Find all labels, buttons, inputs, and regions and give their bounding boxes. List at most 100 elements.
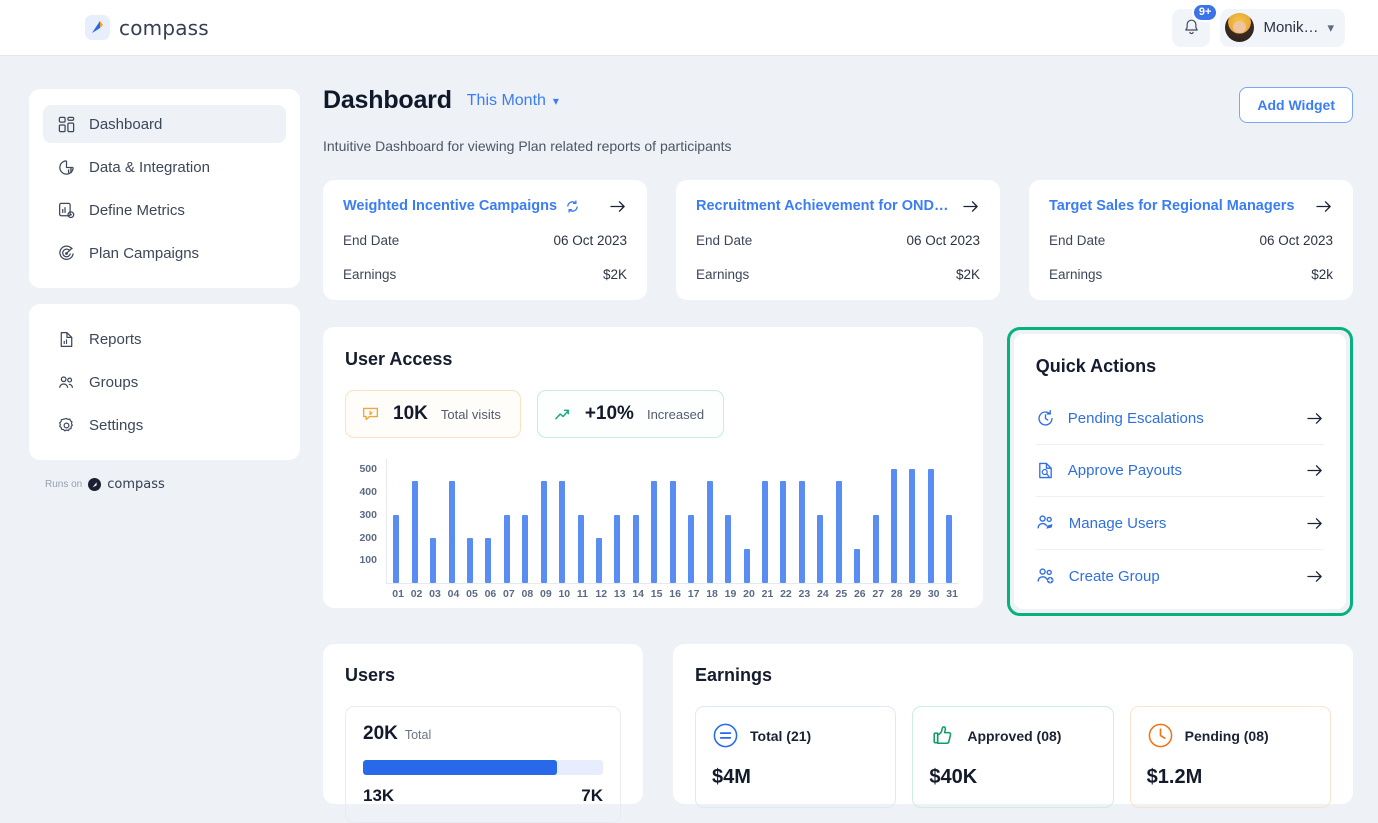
chart-bar bbox=[854, 548, 861, 583]
sidebar-item-groups[interactable]: Groups bbox=[43, 363, 286, 401]
chart-x-tick: 22 bbox=[780, 588, 792, 600]
earnings-tile-value: $1.2M bbox=[1146, 766, 1203, 788]
chart-bar bbox=[909, 469, 916, 583]
arrow-right-icon[interactable] bbox=[1307, 569, 1324, 584]
chart-bar bbox=[430, 537, 437, 583]
users-card: Users 20K Total 13K 7K bbox=[323, 644, 643, 823]
arrow-right-icon[interactable] bbox=[1306, 199, 1333, 214]
earnings-tile-pending[interactable]: Pending (08) $1.2M bbox=[1129, 706, 1331, 808]
chart-x-tick: 03 bbox=[429, 588, 441, 600]
increase-label: Increased bbox=[646, 406, 705, 422]
chart-bar bbox=[632, 514, 639, 583]
arrow-right-icon[interactable] bbox=[953, 199, 980, 214]
quick-actions-list: Pending Escalations Approve Payouts Mana… bbox=[1035, 393, 1324, 602]
page-subtitle: Intuitive Dashboard for viewing Plan rel… bbox=[323, 138, 732, 154]
sidebar-item-data-integration[interactable]: Data & Integration bbox=[43, 148, 286, 186]
earnings-tile-label: Total (21) bbox=[750, 727, 812, 744]
main-content: Dashboard This Month ▾ Add Widget Intuit… bbox=[323, 86, 1353, 823]
campaign-earnings-value: $2k bbox=[1311, 267, 1333, 282]
user-access-bar-chart: 100 200 300 400 500 01 02 03 04 05 06 07 08 09 10 11 12… bbox=[345, 456, 961, 604]
campaign-earnings-label: Earnings bbox=[1049, 267, 1103, 282]
brand-name: compass bbox=[119, 15, 209, 40]
arrow-right-icon[interactable] bbox=[1307, 411, 1324, 426]
chart-bar bbox=[559, 480, 566, 583]
user-name: Monik… bbox=[1263, 19, 1319, 36]
chart-x-tick: 16 bbox=[669, 588, 681, 600]
quick-action-manage-users[interactable]: Manage Users bbox=[1035, 496, 1324, 549]
chart-bar bbox=[614, 514, 621, 583]
sidebar-item-label: Data & Integration bbox=[89, 158, 210, 176]
chart-bar bbox=[485, 537, 492, 583]
brand-logo[interactable]: compass bbox=[85, 15, 209, 40]
dashboard-icon bbox=[58, 116, 75, 132]
chart-y-tick: 400 bbox=[359, 486, 377, 499]
user-access-title: User Access bbox=[345, 349, 453, 369]
users-title: Users bbox=[345, 665, 396, 685]
metrics-settings-icon bbox=[59, 202, 75, 218]
chart-x-tick: 14 bbox=[632, 588, 645, 600]
sidebar-item-plan-campaigns[interactable]: Plan Campaigns bbox=[43, 234, 286, 272]
chart-x-tick: 04 bbox=[447, 588, 460, 600]
quick-action-label: Approve Payouts bbox=[1067, 462, 1183, 479]
sidebar-item-reports[interactable]: Reports bbox=[43, 320, 286, 358]
chart-y-tick: 500 bbox=[359, 463, 377, 476]
users-total-value: 20K bbox=[363, 723, 398, 744]
earnings-tile-value: $40K bbox=[929, 766, 978, 788]
chart-x-tick: 23 bbox=[798, 588, 811, 600]
user-menu[interactable]: Monik… ▾ bbox=[1220, 8, 1345, 47]
chart-bar bbox=[891, 469, 898, 583]
arrow-right-icon[interactable] bbox=[600, 199, 627, 214]
arrow-right-icon[interactable] bbox=[1307, 516, 1324, 531]
sidebar-item-label: Settings bbox=[89, 416, 144, 434]
period-selector[interactable]: This Month ▾ bbox=[467, 92, 559, 110]
sync-icon[interactable] bbox=[565, 199, 580, 214]
sidebar-item-dashboard[interactable]: Dashboard bbox=[43, 105, 286, 143]
chart-x-tick: 25 bbox=[835, 588, 848, 600]
campaign-card[interactable]: Recruitment Achievement for OND… End Dat… bbox=[676, 180, 1000, 300]
earnings-tile-label: Approved (08) bbox=[967, 727, 1062, 744]
chart-x-tick: 11 bbox=[576, 588, 589, 600]
increase-chip: +10% Increased bbox=[536, 390, 725, 438]
campaign-earnings-value: $2K bbox=[955, 267, 980, 282]
chart-bar bbox=[503, 514, 510, 583]
quick-action-create-group[interactable]: Create Group bbox=[1035, 549, 1324, 602]
sidebar-item-define-metrics[interactable]: Define Metrics bbox=[43, 191, 286, 229]
campaign-cards: Weighted Incentive Campaigns End Date 06… bbox=[323, 180, 1353, 300]
quick-actions-highlight: Quick Actions Pending Escalations Approv… bbox=[1006, 327, 1353, 616]
chart-bar bbox=[725, 514, 732, 583]
middle-row: User Access 10K Total visits +10% Increa… bbox=[323, 327, 1353, 616]
chart-bar bbox=[872, 514, 879, 583]
chart-x-tick: 18 bbox=[706, 588, 718, 600]
campaign-end-date-label: End Date bbox=[343, 233, 400, 248]
notifications-button[interactable]: 9+ bbox=[1172, 2, 1219, 47]
campaign-end-date-value: 06 Oct 2023 bbox=[1259, 233, 1333, 248]
sidebar-item-label: Plan Campaigns bbox=[89, 244, 200, 262]
campaign-card[interactable]: Target Sales for Regional Managers End D… bbox=[1029, 180, 1353, 300]
chart-x-tick: 26 bbox=[853, 588, 866, 600]
add-widget-button[interactable]: Add Widget bbox=[1239, 87, 1353, 123]
chart-x-tick: 20 bbox=[743, 588, 755, 600]
campaign-end-date-value: 06 Oct 2023 bbox=[553, 233, 627, 248]
bottom-row: Users 20K Total 13K 7K Earnings Total (2… bbox=[323, 644, 1353, 823]
chart-x-tick: 06 bbox=[484, 588, 497, 600]
earnings-tile-total[interactable]: Total (21) $4M bbox=[695, 706, 897, 808]
total-visits-chip: 10K Total visits bbox=[345, 390, 521, 438]
sidebar-item-settings[interactable]: Settings bbox=[43, 406, 286, 444]
earnings-tile-value: $4M bbox=[712, 766, 751, 788]
quick-action-approve-payouts[interactable]: Approve Payouts bbox=[1035, 444, 1324, 496]
earnings-card: Earnings Total (21) $4M Approved (08) $4… bbox=[673, 644, 1353, 808]
earnings-tile-approved[interactable]: Approved (08) $40K bbox=[912, 706, 1114, 808]
arrow-right-icon[interactable] bbox=[1307, 463, 1324, 478]
quick-action-pending-escalations[interactable]: Pending Escalations bbox=[1036, 393, 1324, 444]
sidebar-item-label: Define Metrics bbox=[89, 201, 185, 219]
campaign-card[interactable]: Weighted Incentive Campaigns End Date 06… bbox=[323, 180, 647, 300]
quick-actions-title: Quick Actions bbox=[1035, 356, 1157, 376]
chart-x-tick: 08 bbox=[521, 588, 534, 600]
users-progress-track bbox=[363, 760, 603, 775]
users-right-value: 7K bbox=[581, 786, 603, 805]
thumbs-up-icon bbox=[933, 726, 952, 744]
chevron-down-icon: ▾ bbox=[552, 94, 559, 108]
sidebar-secondary-group: Reports Groups Settings bbox=[29, 304, 300, 460]
chart-x-tick: 15 bbox=[650, 588, 663, 600]
users-total-box: 20K Total 13K 7K bbox=[345, 706, 621, 823]
